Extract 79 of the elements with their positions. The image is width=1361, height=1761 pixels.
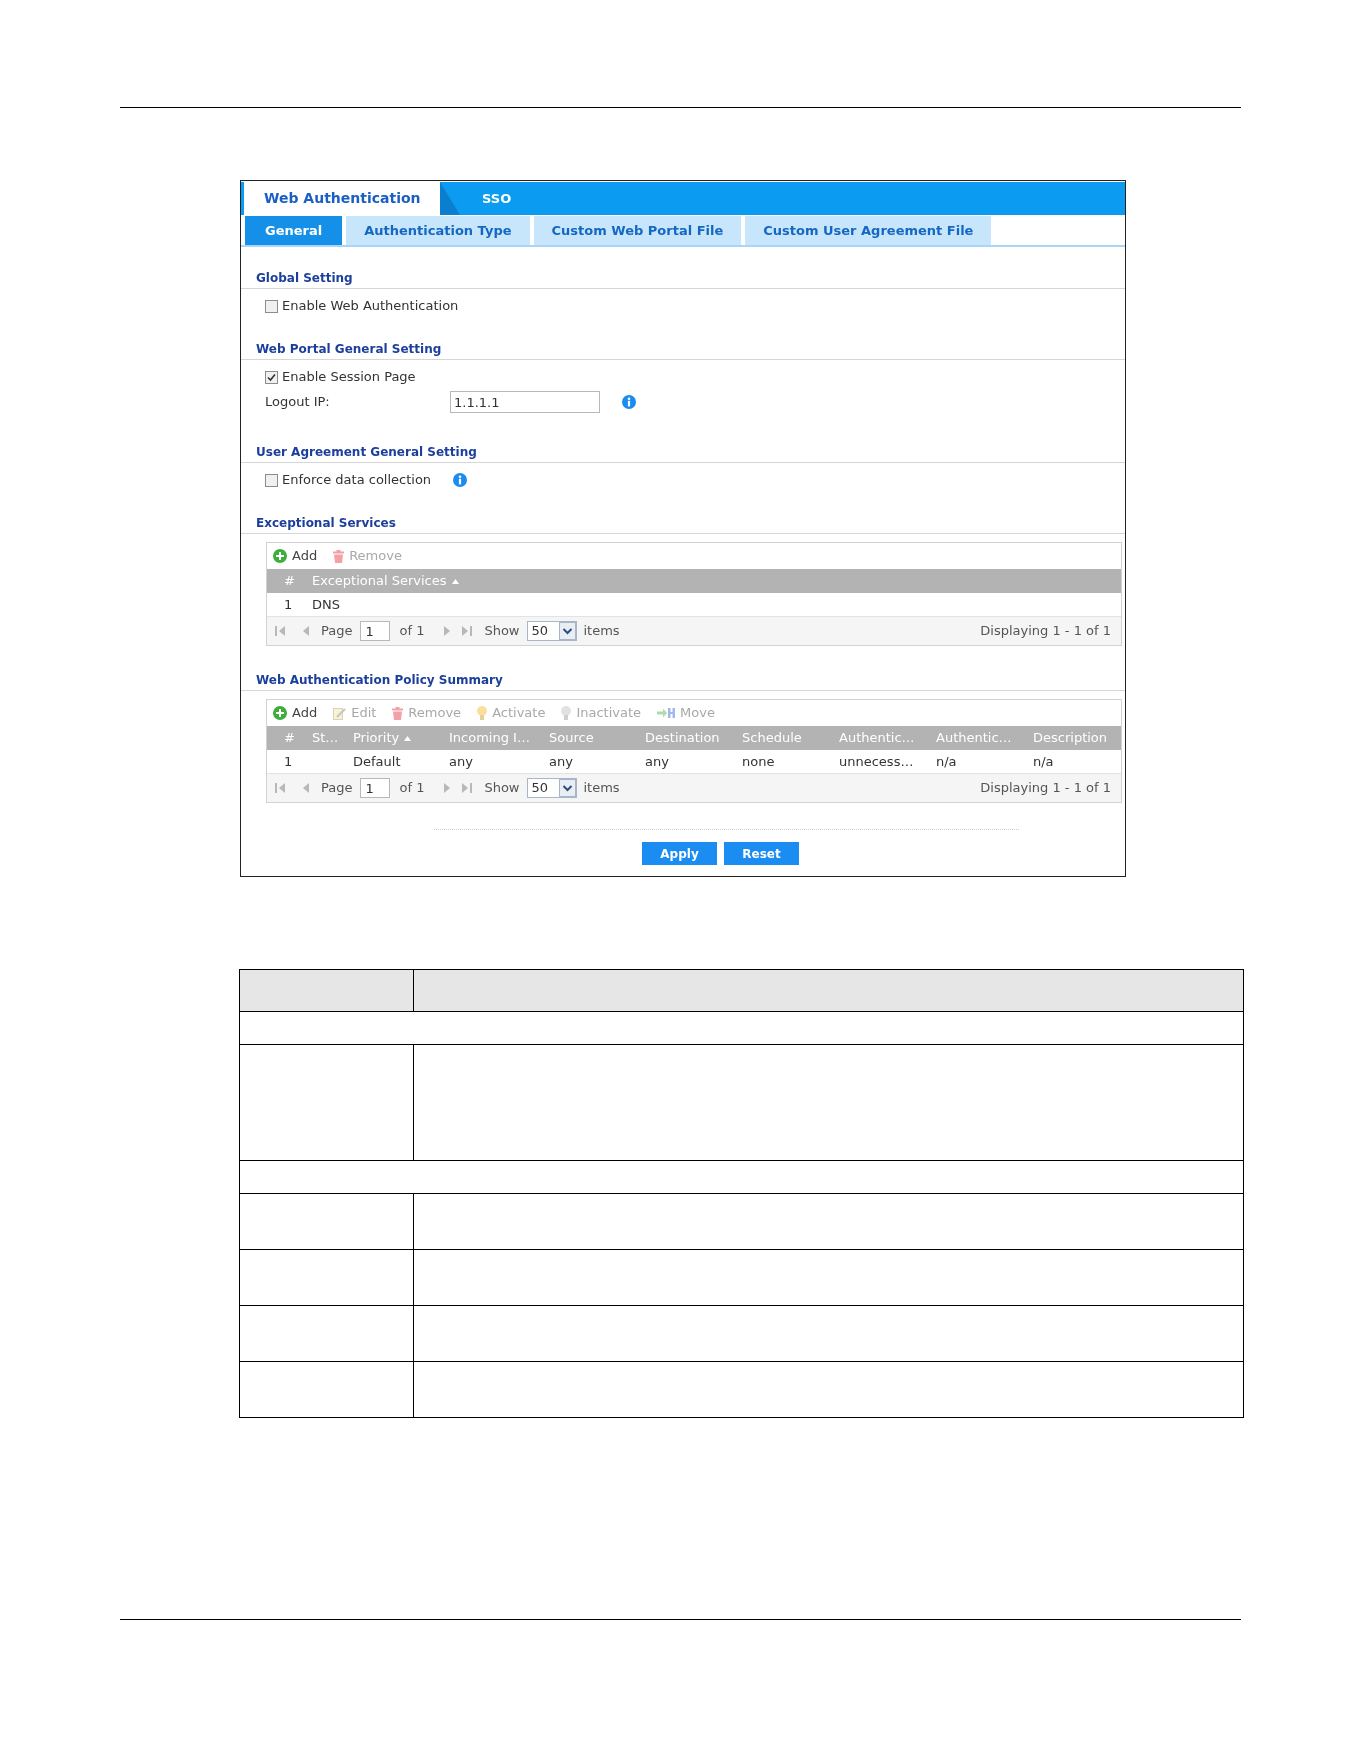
tab[interactable]: General <box>245 216 343 245</box>
tab[interactable]: Custom Web Portal File <box>533 216 742 245</box>
table-cell-text: n/a <box>936 752 957 771</box>
previous-page-icon[interactable] <box>303 626 309 636</box>
page-size-select[interactable]: 50 <box>526 621 577 641</box>
lightbulb-icon <box>561 706 572 720</box>
field-label: Logout IP: <box>265 393 330 412</box>
last-page-icon[interactable] <box>462 625 473 637</box>
first-page-icon[interactable] <box>275 625 285 637</box>
display-summary: Displaying 1 - 1 of 1 <box>980 779 1111 798</box>
table-cell-text: 1 <box>284 752 293 771</box>
page-label: Page <box>321 779 353 798</box>
items-label: items <box>583 779 620 798</box>
tab[interactable]: Custom User Agreement File <box>745 216 992 245</box>
section-title: User Agreement General Setting <box>256 443 477 461</box>
tab[interactable]: Authentication Type <box>346 216 530 245</box>
page-number-field[interactable]: 1 <box>360 778 391 798</box>
column-header[interactable]: # <box>284 728 295 748</box>
table-cell-text: any <box>449 752 473 771</box>
tab[interactable]: Web Authentication <box>244 182 440 215</box>
checkbox-label: Enforce data collection <box>282 471 432 490</box>
column-header[interactable]: Destination <box>645 728 720 748</box>
next-page-icon[interactable] <box>444 626 451 636</box>
column-header[interactable]: Authentic… <box>839 728 915 748</box>
tab-corner-drawing <box>440 182 460 215</box>
checkbox-label: Enable Web Authentication <box>282 297 459 316</box>
sort-arrow-icon <box>404 735 412 741</box>
add-button[interactable]: Add <box>273 703 318 723</box>
section-title: Global Setting <box>256 269 353 287</box>
checkbox[interactable] <box>265 370 278 384</box>
reset-button[interactable]: Reset <box>724 842 799 865</box>
move-icon <box>657 707 676 719</box>
lightbulb-icon <box>477 706 488 720</box>
checkbox-label: Enable Session Page <box>282 368 416 387</box>
table-cell-text: none <box>742 752 775 771</box>
trash-icon <box>333 549 345 563</box>
section-title: Exceptional Services <box>256 514 396 532</box>
column-header[interactable]: Schedule <box>742 728 802 748</box>
previous-page-icon[interactable] <box>303 783 309 793</box>
table-cell-text: any <box>549 752 573 771</box>
column-header[interactable]: Exceptional Services <box>312 571 459 591</box>
column-header[interactable]: Source <box>549 728 594 748</box>
next-page-icon[interactable] <box>444 783 451 793</box>
table-cell-text: Default <box>353 752 401 771</box>
trash-icon <box>392 706 404 720</box>
table-cell-text: DNS <box>312 595 340 614</box>
show-label: Show <box>484 622 520 641</box>
apply-button[interactable]: Apply <box>642 842 717 865</box>
checkbox[interactable] <box>265 299 278 313</box>
table-cell-text: any <box>645 752 669 771</box>
table-cell-text: 1 <box>284 595 293 614</box>
add-icon <box>273 549 287 563</box>
column-header[interactable]: Authentic… <box>936 728 1012 748</box>
display-summary: Displaying 1 - 1 of 1 <box>980 622 1111 641</box>
show-label: Show <box>484 779 520 798</box>
column-header[interactable]: Priority <box>353 728 412 748</box>
add-button[interactable]: Add <box>273 546 318 566</box>
column-header[interactable]: St… <box>312 728 339 748</box>
edit-icon <box>333 706 347 720</box>
tab[interactable]: SSO <box>460 182 534 215</box>
sort-arrow-icon <box>451 578 459 584</box>
last-page-icon[interactable] <box>462 782 473 794</box>
column-header[interactable]: Description <box>1033 728 1108 748</box>
column-header[interactable]: # <box>284 571 295 591</box>
table-cell-text: n/a <box>1033 752 1054 771</box>
section-title: Web Authentication Policy Summary <box>256 671 503 689</box>
page-number-field[interactable]: 1 <box>360 621 391 641</box>
column-header[interactable]: Incoming I… <box>449 728 530 748</box>
page-total: of 1 <box>399 622 425 641</box>
add-icon <box>273 706 287 720</box>
page-total: of 1 <box>399 779 425 798</box>
page-label: Page <box>321 622 353 641</box>
page-size-select[interactable]: 50 <box>526 778 577 798</box>
table-cell-text: unnecess… <box>839 752 914 771</box>
items-label: items <box>583 622 620 641</box>
text-field[interactable]: 1.1.1.1 <box>450 391 600 413</box>
first-page-icon[interactable] <box>275 782 285 794</box>
checkbox[interactable] <box>265 473 278 487</box>
section-title: Web Portal General Setting <box>256 340 442 358</box>
